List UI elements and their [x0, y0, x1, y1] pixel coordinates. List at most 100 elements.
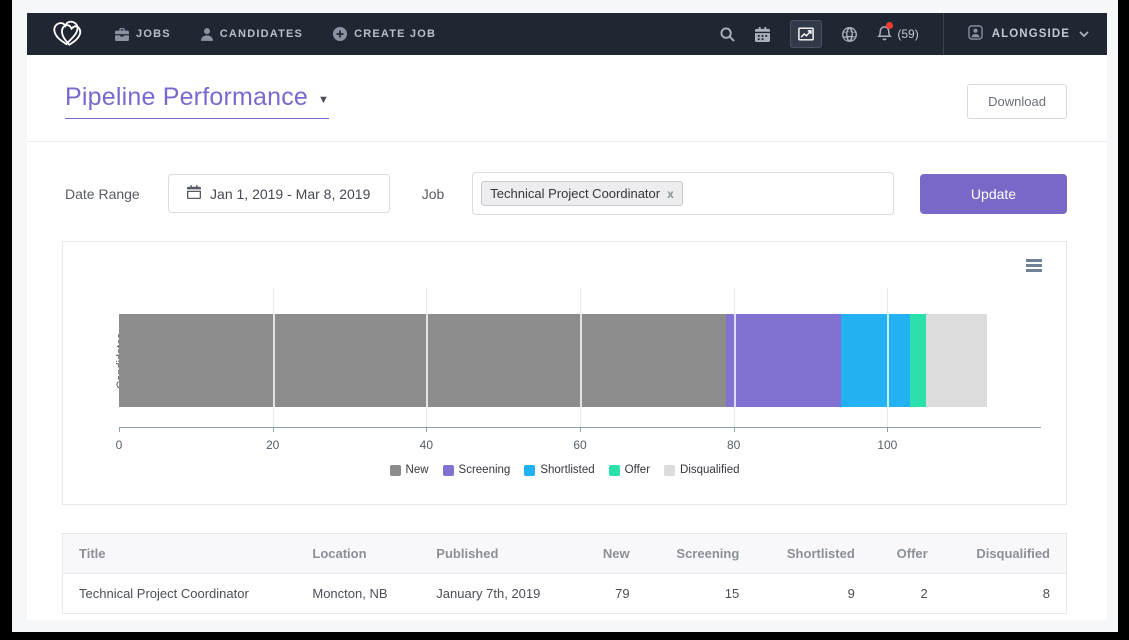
download-button[interactable]: Download	[967, 84, 1067, 119]
chart-context-menu-icon[interactable]	[1026, 259, 1042, 274]
legend-item-disqualified[interactable]: Disqualified	[664, 464, 739, 476]
legend-swatch	[390, 465, 401, 476]
notifications[interactable]: (59)	[877, 25, 918, 44]
legend-item-new[interactable]: New	[390, 464, 429, 476]
main-content: Pipeline Performance ▼ Download Date Ran…	[27, 55, 1107, 620]
calendar-icon[interactable]	[755, 27, 770, 42]
plot-area	[119, 288, 1041, 427]
results-table-wrap: TitleLocationPublishedNewScreeningShortl…	[62, 533, 1067, 614]
page: JOBS CANDIDATES CREATE JOB	[12, 0, 1118, 632]
gridline-overlay	[426, 314, 428, 407]
bar-segment-disqualified[interactable]	[926, 314, 987, 407]
table-body: Technical Project CoordinatorMoncton, NB…	[63, 574, 1066, 614]
bar-segment-screening[interactable]	[726, 314, 841, 407]
chart-icon[interactable]	[790, 20, 822, 48]
date-range-value: Jan 1, 2019 - Mar 8, 2019	[210, 186, 370, 202]
legend-swatch	[443, 465, 454, 476]
column-header-published: Published	[420, 534, 577, 574]
page-header: Pipeline Performance ▼ Download	[27, 55, 1107, 142]
person-icon	[201, 28, 213, 41]
legend-swatch	[524, 465, 535, 476]
job-label: Job	[422, 186, 445, 202]
table-cell: Technical Project Coordinator	[63, 574, 296, 614]
legend-label: Screening	[459, 464, 511, 476]
gridline-overlay	[734, 314, 736, 407]
navbar: JOBS CANDIDATES CREATE JOB	[27, 13, 1107, 55]
tick-label: 40	[420, 438, 433, 452]
notification-count: (59)	[897, 27, 918, 41]
table-cell: January 7th, 2019	[420, 574, 577, 614]
report-selector[interactable]: Pipeline Performance ▼	[65, 83, 329, 119]
column-header-screening: Screening	[646, 534, 756, 574]
legend-label: Disqualified	[680, 464, 739, 476]
legend-item-screening[interactable]: Screening	[443, 464, 511, 476]
caret-down-icon: ▼	[318, 94, 329, 106]
account-label: ALONGSIDE	[992, 28, 1070, 40]
nav-menu: JOBS CANDIDATES CREATE JOB	[115, 27, 436, 41]
table-cell: 8	[944, 574, 1066, 614]
nav-item-label: JOBS	[136, 28, 171, 40]
table-header-row: TitleLocationPublishedNewScreeningShortl…	[63, 534, 1066, 574]
tick-label: 0	[116, 438, 123, 452]
gridline-overlay	[887, 314, 889, 407]
navbar-right: (59) ALONGSIDE	[720, 13, 1089, 55]
bar-segment-new[interactable]	[119, 314, 726, 407]
tick-mark	[734, 427, 735, 432]
nav-item-candidates[interactable]: CANDIDATES	[201, 28, 303, 41]
tick-mark	[887, 427, 888, 432]
alongside-logo[interactable]	[49, 19, 89, 49]
column-header-title: Title	[63, 534, 296, 574]
legend-label: Shortlisted	[540, 464, 594, 476]
update-button[interactable]: Update	[920, 174, 1067, 214]
briefcase-icon	[115, 28, 129, 41]
legend-item-offer[interactable]: Offer	[609, 464, 650, 476]
nav-item-label: CANDIDATES	[220, 28, 303, 40]
chart-legend: New Screening Shortlisted Offer Disqualified	[63, 464, 1066, 476]
tick-label: 20	[266, 438, 279, 452]
job-select-input[interactable]: Technical Project Coordinator x	[472, 172, 894, 215]
account-avatar-icon	[968, 25, 983, 43]
globe-icon[interactable]	[842, 27, 857, 42]
bar-segment-shortlisted[interactable]	[841, 314, 910, 407]
date-range-label: Date Range	[65, 186, 140, 202]
legend-label: New	[406, 464, 429, 476]
notification-dot	[886, 22, 893, 29]
results-table: TitleLocationPublishedNewScreeningShortl…	[63, 534, 1066, 613]
table-cell: Moncton, NB	[296, 574, 420, 614]
search-icon[interactable]	[720, 27, 735, 42]
job-tag: Technical Project Coordinator x	[481, 181, 683, 206]
legend-label: Offer	[625, 464, 650, 476]
calendar-icon	[187, 185, 201, 202]
column-header-disqualified: Disqualified	[944, 534, 1066, 574]
chevron-down-icon	[1079, 28, 1089, 40]
account-menu[interactable]: ALONGSIDE	[968, 25, 1089, 43]
table-cell: 9	[755, 574, 871, 614]
tick-mark	[119, 427, 120, 432]
column-header-offer: Offer	[871, 534, 944, 574]
bar-segment-offer[interactable]	[910, 314, 925, 407]
pipeline-chart-card: Candidates NewScreeningShortlistedOfferD…	[62, 241, 1067, 505]
plus-circle-icon	[333, 27, 347, 41]
tick-mark	[273, 427, 274, 432]
tick-label: 80	[727, 438, 740, 452]
job-tag-label: Technical Project Coordinator	[490, 186, 660, 201]
gridline-overlay	[273, 314, 275, 407]
legend-swatch	[664, 465, 675, 476]
table-cell: 15	[646, 574, 756, 614]
tick-label: 100	[877, 438, 897, 452]
filter-bar: Date Range Jan 1, 2019 - Mar 8, 2019 Job…	[27, 142, 1107, 215]
remove-tag-icon[interactable]: x	[667, 188, 674, 200]
column-header-shortlisted: Shortlisted	[755, 534, 871, 574]
column-header-location: Location	[296, 534, 420, 574]
bell-icon	[877, 25, 892, 44]
table-row: Technical Project CoordinatorMoncton, NB…	[63, 574, 1066, 614]
nav-item-create-job[interactable]: CREATE JOB	[333, 27, 436, 41]
page-title: Pipeline Performance	[65, 83, 308, 112]
legend-item-shortlisted[interactable]: Shortlisted	[524, 464, 594, 476]
legend-swatch	[609, 465, 620, 476]
table-cell: 79	[578, 574, 646, 614]
nav-item-jobs[interactable]: JOBS	[115, 28, 171, 41]
navbar-divider	[943, 13, 944, 55]
table-cell: 2	[871, 574, 944, 614]
date-range-input[interactable]: Jan 1, 2019 - Mar 8, 2019	[168, 174, 390, 213]
